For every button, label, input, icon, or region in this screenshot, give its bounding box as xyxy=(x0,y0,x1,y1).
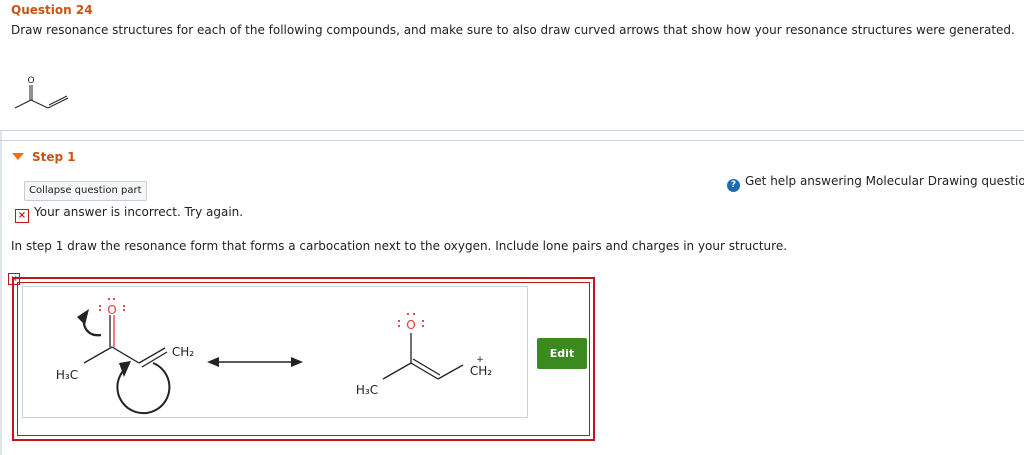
drawing-canvas[interactable]: O H₃C CH₂ O H₃C CH₂ + xyxy=(22,286,528,418)
incorrect-x-icon: × xyxy=(15,209,29,223)
help-icon: ? xyxy=(727,179,740,192)
left-structure: O H₃C CH₂ xyxy=(56,297,194,415)
resonance-arrow xyxy=(207,357,303,367)
feedback-message: × Your answer is incorrect. Try again. xyxy=(15,205,243,223)
left-oxygen-label: O xyxy=(107,303,116,317)
help-link[interactable]: ? Get help answering Molecular Drawing qu… xyxy=(727,174,1024,192)
resonance-drawing: O H₃C CH₂ O H₃C CH₂ + xyxy=(56,297,492,415)
question-text: Draw resonance structures for each of th… xyxy=(11,23,1015,37)
molecule-thumbnail: O xyxy=(14,76,69,109)
question-panel: Question 24 Draw resonance structures fo… xyxy=(0,0,1024,131)
step-label-text: Step 1 xyxy=(32,150,76,164)
step-instruction: In step 1 draw the resonance form that f… xyxy=(11,239,788,253)
right-structure: O H₃C CH₂ + xyxy=(356,312,492,397)
right-oxygen-label: O xyxy=(406,318,415,332)
step-toggle[interactable]: Step 1 xyxy=(12,150,76,164)
feedback-text: Your answer is incorrect. Try again. xyxy=(34,205,244,219)
left-ch2-label: CH₂ xyxy=(172,345,194,359)
triangle-down-icon xyxy=(12,153,24,160)
right-h3c-label: H₃C xyxy=(356,383,378,397)
svg-text:O: O xyxy=(27,76,34,86)
help-link-text: Get help answering Molecular Drawing que… xyxy=(745,174,1024,188)
question-title: Question 24 xyxy=(11,3,93,17)
right-ch2-label: CH₂ xyxy=(470,364,492,378)
collapse-question-part-button[interactable]: Collapse question part xyxy=(24,181,147,201)
carbocation-plus: + xyxy=(476,355,484,365)
left-h3c-label: H₃C xyxy=(56,368,78,382)
edit-button[interactable]: Edit xyxy=(537,338,587,369)
